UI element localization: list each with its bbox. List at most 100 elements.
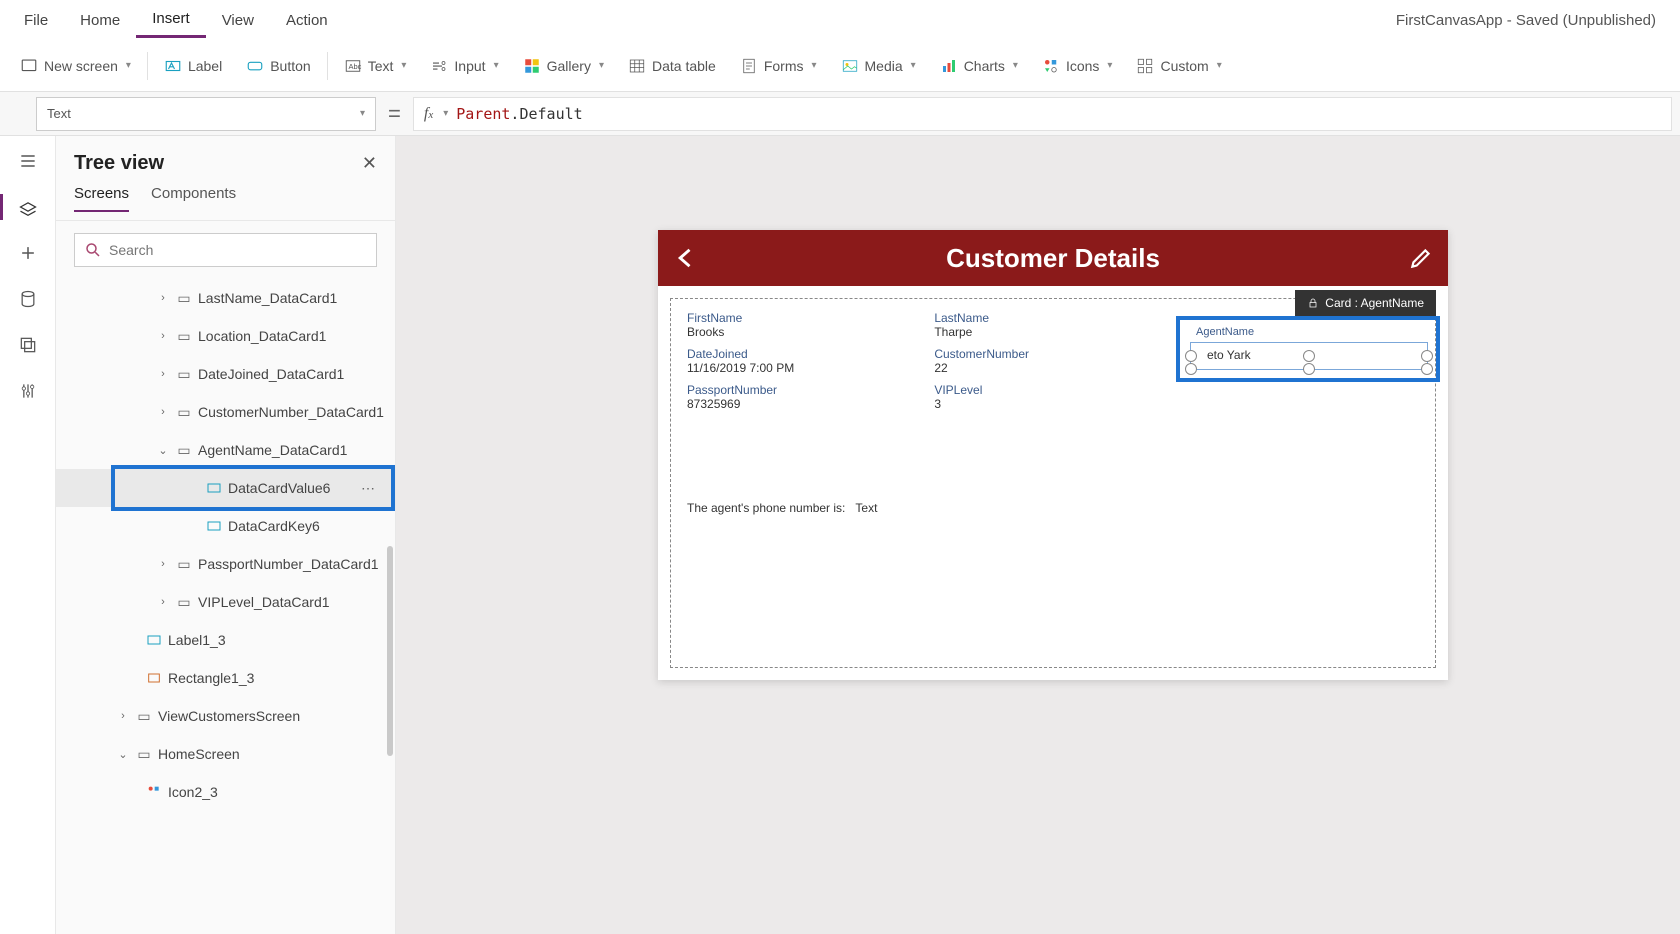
tree-node-passport[interactable]: ›▭PassportNumber_DataCard1	[56, 545, 395, 583]
chevron-down-icon[interactable]: ▾	[443, 108, 448, 119]
tree-node-custnum[interactable]: ›▭CustomerNumber_DataCard1	[56, 393, 395, 431]
resize-handle[interactable]	[1303, 363, 1315, 375]
resize-handle[interactable]	[1303, 350, 1315, 362]
tree-node-label13[interactable]: Label1_3	[56, 621, 395, 659]
label-button[interactable]: Label	[152, 51, 234, 81]
icons-icon	[1042, 57, 1060, 75]
field-value: 22	[934, 361, 1171, 375]
gallery-dropdown[interactable]: Gallery▾	[511, 51, 616, 81]
app-status: FirstCanvasApp - Saved (Unpublished)	[1380, 4, 1672, 37]
tab-screens[interactable]: Screens	[74, 185, 129, 212]
datacard-icon: ▭	[176, 594, 192, 610]
resize-handle[interactable]	[1421, 363, 1433, 375]
tree-view-panel: Tree view ✕ Screens Components ›▭LastNam…	[56, 136, 396, 934]
scrollbar-thumb[interactable]	[387, 546, 393, 756]
tree-node-datejoined[interactable]: ›▭DateJoined_DataCard1	[56, 355, 395, 393]
tree-node-rectangle13[interactable]: Rectangle1_3	[56, 659, 395, 697]
selected-control[interactable]: eto Yark	[1190, 342, 1428, 370]
menu-insert[interactable]: Insert	[136, 2, 206, 38]
edit-icon[interactable]	[1408, 245, 1434, 271]
tree-node-viewcustomers[interactable]: ›▭ViewCustomersScreen	[56, 697, 395, 735]
field-label: AgentName	[1196, 326, 1254, 338]
tree-node-lastname[interactable]: ›▭LastName_DataCard1	[56, 279, 395, 317]
input-dropdown[interactable]: Input▾	[418, 51, 510, 81]
media-icon	[841, 57, 859, 75]
button-button[interactable]: Button	[234, 51, 322, 81]
screen-title: Customer Details	[946, 243, 1160, 274]
tree-list[interactable]: ›▭LastName_DataCard1 ›▭Location_DataCard…	[56, 279, 395, 934]
tree-node-location[interactable]: ›▭Location_DataCard1	[56, 317, 395, 355]
menu-view[interactable]: View	[206, 4, 270, 37]
lock-icon	[1307, 297, 1319, 309]
data-table-button[interactable]: Data table	[616, 51, 728, 81]
charts-dropdown[interactable]: Charts▾	[928, 51, 1030, 81]
tab-components[interactable]: Components	[151, 185, 236, 212]
tree-view-icon[interactable]	[17, 196, 39, 218]
datacard-icon: ▭	[176, 328, 192, 344]
custom-icon	[1136, 57, 1154, 75]
chevron-down-icon: ▾	[360, 108, 365, 119]
search-icon	[84, 241, 102, 259]
close-icon[interactable]: ✕	[362, 153, 377, 174]
field-label: FirstName	[687, 311, 924, 325]
text-dropdown[interactable]: Abc Text▾	[332, 51, 419, 81]
datacard-icon: ▭	[176, 404, 192, 420]
tree-node-datacardkey6[interactable]: DataCardKey6	[56, 507, 395, 545]
card-badge[interactable]: Card : AgentName	[1295, 290, 1436, 316]
menu-file[interactable]: File	[8, 4, 64, 37]
selection-card-agentname[interactable]: AgentName eto Yark	[1176, 316, 1440, 382]
icons-dropdown[interactable]: Icons▾	[1030, 51, 1125, 81]
forms-dropdown[interactable]: Forms▾	[728, 51, 829, 81]
data-icon[interactable]	[17, 288, 39, 310]
svg-text:Abc: Abc	[348, 62, 361, 71]
back-icon[interactable]	[672, 244, 700, 272]
tree-node-agentname[interactable]: ⌄▭AgentName_DataCard1	[56, 431, 395, 469]
resize-handle[interactable]	[1185, 363, 1197, 375]
screen-icon	[20, 57, 38, 75]
canvas-area[interactable]: Customer Details FirstName Brooks DateJo…	[396, 136, 1680, 934]
formula-input[interactable]: fx ▾ Parent.Default	[413, 97, 1672, 131]
field-label: PassportNumber	[687, 383, 924, 397]
label-icon	[164, 57, 182, 75]
field-label: LastName	[934, 311, 1171, 325]
datacard-icon: ▭	[176, 442, 192, 458]
new-screen-button[interactable]: New screen▾	[8, 51, 143, 81]
tree-node-viplevel[interactable]: ›▭VIPLevel_DataCard1	[56, 583, 395, 621]
left-rail	[0, 136, 56, 934]
custom-dropdown[interactable]: Custom▾	[1124, 51, 1233, 81]
gallery-icon	[523, 57, 541, 75]
resize-handle[interactable]	[1185, 350, 1197, 362]
button-icon	[246, 57, 264, 75]
field-label: VIPLevel	[934, 383, 1171, 397]
menu-home[interactable]: Home	[64, 4, 136, 37]
field-value: 87325969	[687, 397, 924, 411]
ribbon-insert: New screen▾ Label Button Abc Text▾ Input…	[0, 40, 1680, 92]
more-icon[interactable]: ⋯	[361, 480, 377, 497]
canvas-device[interactable]: Customer Details FirstName Brooks DateJo…	[658, 230, 1448, 680]
text-icon: Abc	[344, 57, 362, 75]
property-selector[interactable]: Text ▾	[36, 97, 376, 131]
insert-icon[interactable]	[17, 242, 39, 264]
hamburger-icon[interactable]	[17, 150, 39, 172]
advanced-tools-icon[interactable]	[17, 380, 39, 402]
tree-node-homescreen[interactable]: ⌄▭HomeScreen	[56, 735, 395, 773]
datacard-icon: ▭	[176, 290, 192, 306]
media-dropdown[interactable]: Media▾	[829, 51, 928, 81]
tree-view-title: Tree view	[74, 152, 164, 175]
tree-node-datacardvalue6[interactable]: DataCardValue6 ⋯	[56, 469, 395, 507]
datacard-icon: ▭	[176, 366, 192, 382]
field-label: CustomerNumber	[934, 347, 1171, 361]
footer-label: The agent's phone number is: Text	[687, 501, 877, 515]
chevron-down-icon: ▾	[126, 60, 131, 71]
screen-header: Customer Details	[658, 230, 1448, 286]
menu-action[interactable]: Action	[270, 4, 344, 37]
label-icon	[206, 480, 222, 496]
resize-handle[interactable]	[1421, 350, 1433, 362]
label-icon	[146, 632, 162, 648]
field-value: 11/16/2019 7:00 PM	[687, 361, 924, 375]
search-input[interactable]	[74, 233, 377, 267]
icon-node-icon	[146, 784, 162, 800]
menu-bar: File Home Insert View Action FirstCanvas…	[0, 0, 1680, 40]
tree-node-icon23[interactable]: Icon2_3	[56, 773, 395, 811]
media-rail-icon[interactable]	[17, 334, 39, 356]
